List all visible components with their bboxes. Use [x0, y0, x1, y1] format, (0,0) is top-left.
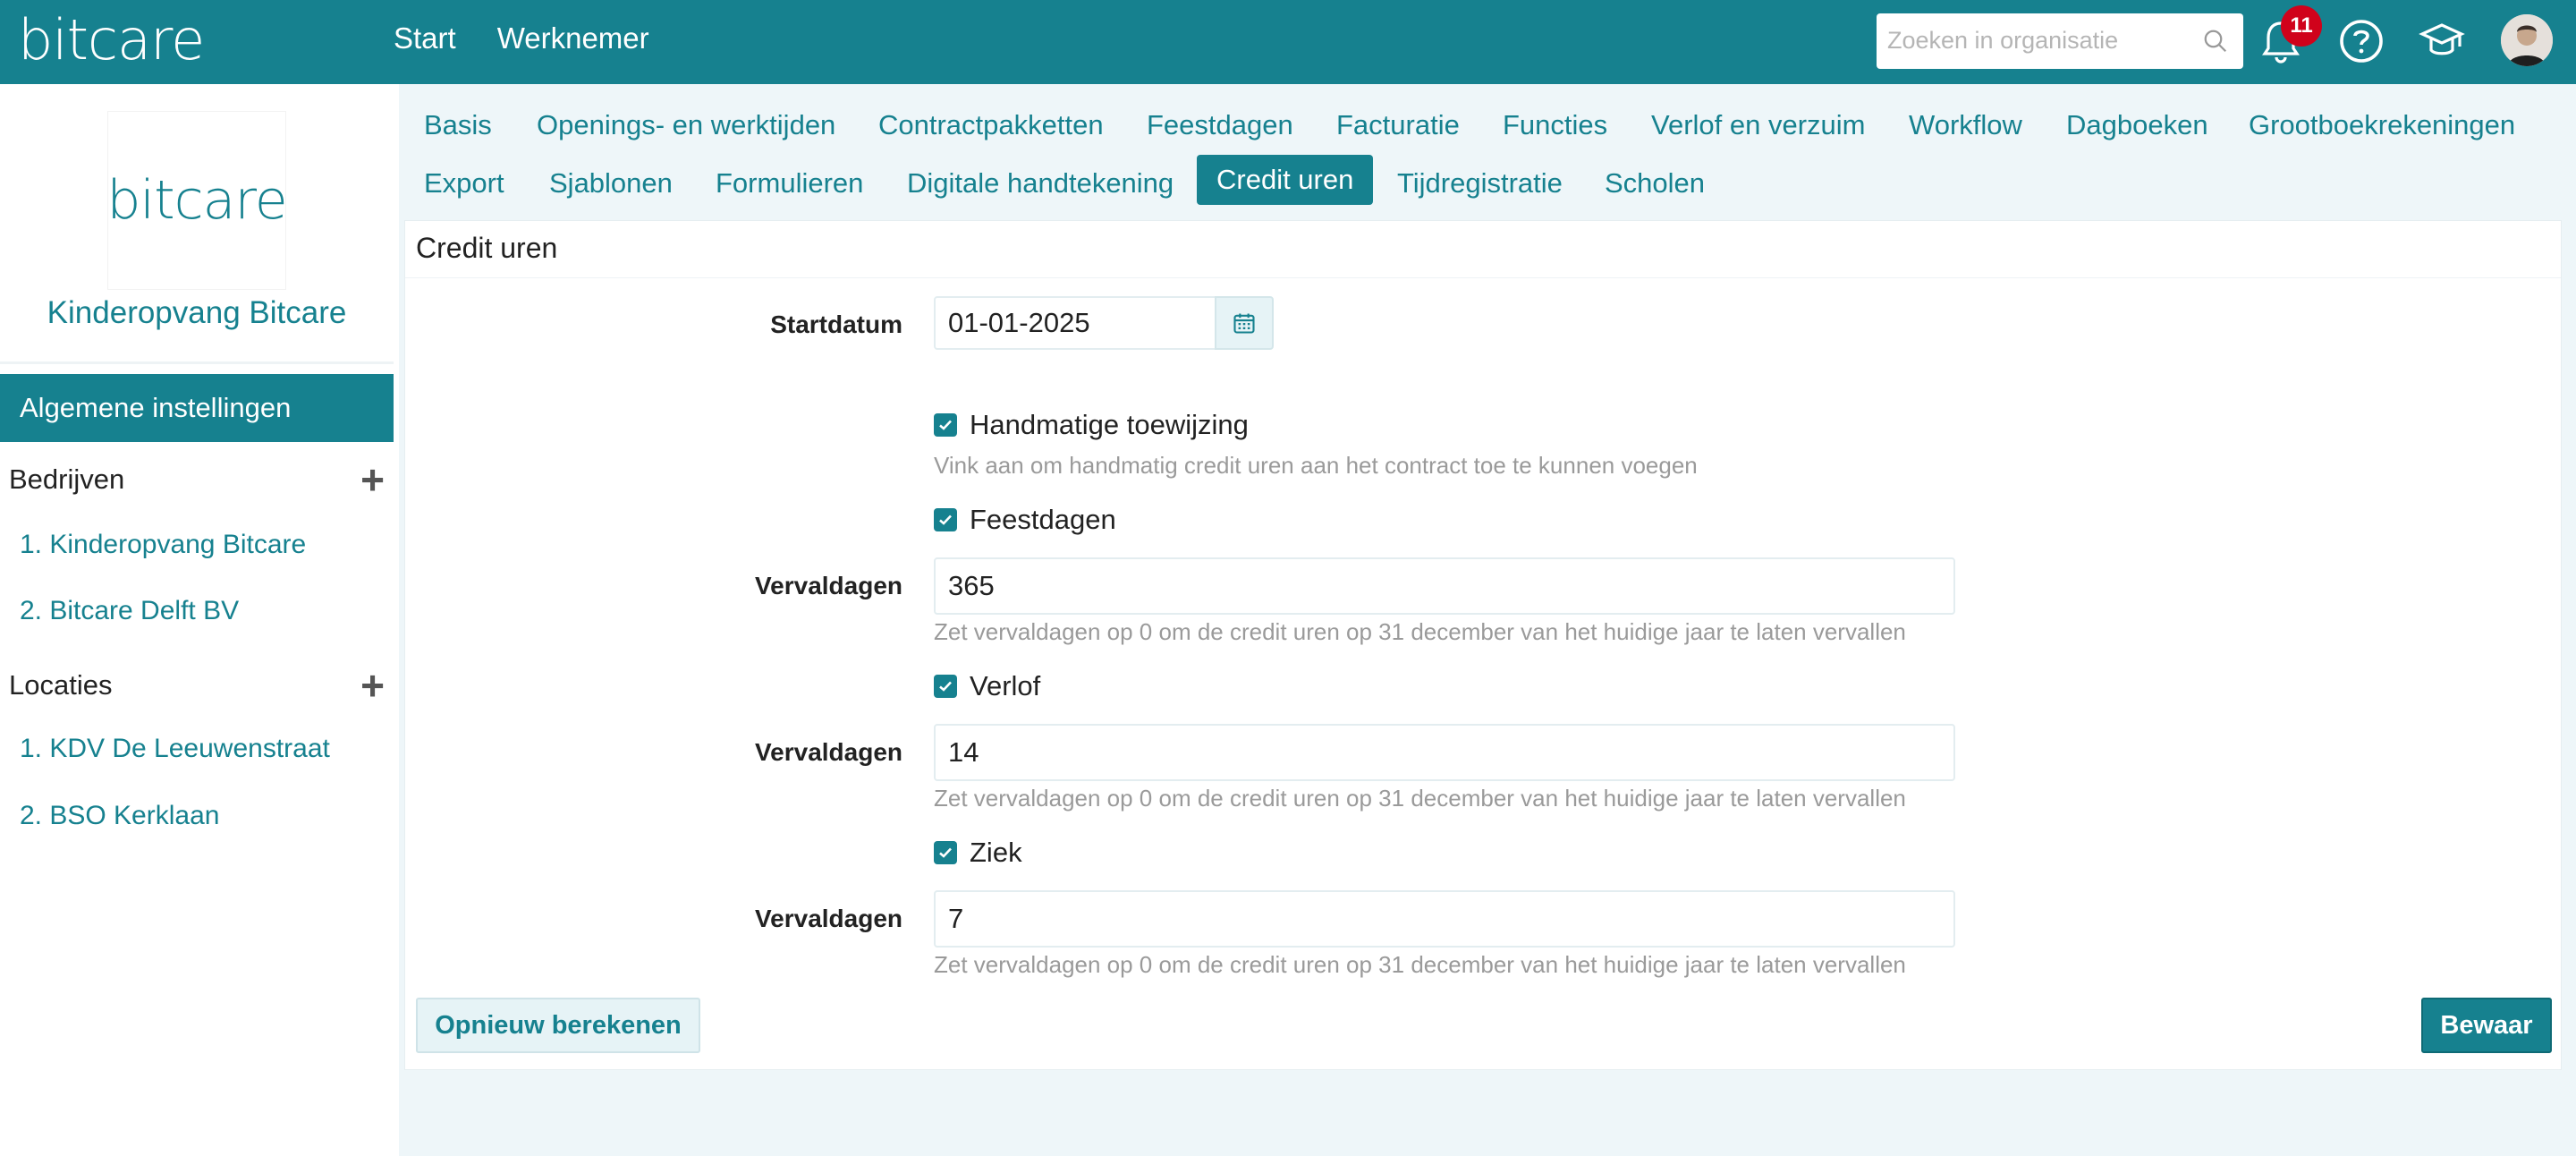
verlof-checkbox-row: Verlof [934, 670, 1040, 702]
ziek-vervaldagen-label: Vervaldagen [755, 905, 902, 932]
search-box [1877, 13, 2243, 69]
feestdagen-vervaldagen-input[interactable]: 365 [934, 557, 1955, 615]
handmatige-toewijzing-label: Handmatige toewijzing [970, 409, 1249, 440]
check-icon [939, 420, 952, 430]
sidebar-location-2[interactable]: 2. BSO Kerklaan [20, 801, 219, 831]
graduation-cap-icon[interactable] [2415, 14, 2469, 68]
add-company-plus-icon[interactable]: + [360, 459, 385, 500]
tab-functies[interactable]: Functies [1503, 109, 1607, 141]
calendar-icon [1233, 313, 1255, 334]
help-icon[interactable] [2334, 14, 2388, 68]
feestdagen-checkbox-row: Feestdagen [934, 504, 1116, 536]
top-nav: Start Werknemer [394, 21, 649, 55]
nav-start[interactable]: Start [394, 21, 456, 55]
org-logo: bitcare [106, 111, 288, 290]
startdatum-input[interactable]: 01-01-2025 [934, 296, 1216, 350]
verlof-vervaldagen-input[interactable]: 14 [934, 724, 1955, 781]
ziek-checkbox-row: Ziek [934, 837, 1022, 869]
sidebar-company-1[interactable]: 1. Kinderopvang Bitcare [20, 530, 306, 560]
notification-badge: 11 [2281, 5, 2322, 47]
sidebar-item-algemene-instellingen[interactable]: Algemene instellingen [0, 374, 394, 442]
verlof-checkbox[interactable] [934, 675, 957, 698]
tab-formulieren[interactable]: Formulieren [716, 167, 863, 200]
verlof-vervaldagen-label: Vervaldagen [755, 738, 902, 766]
card-title: Credit uren [405, 221, 2561, 278]
nav-werknemer[interactable]: Werknemer [497, 21, 649, 55]
check-icon [939, 681, 952, 692]
search-input[interactable] [1877, 13, 2181, 67]
sidebar-divider [0, 361, 394, 364]
sidebar-company-2[interactable]: 2. Bitcare Delft BV [20, 596, 239, 626]
org-name[interactable]: Kinderopvang Bitcare [0, 295, 394, 331]
tab-digitale-handtekening[interactable]: Digitale handtekening [907, 167, 1174, 200]
feestdagen-label: Feestdagen [970, 504, 1116, 535]
feestdagen-vervaldagen-help: Zet vervaldagen op 0 om de credit uren o… [934, 618, 1906, 645]
feestdagen-vervaldagen-label: Vervaldagen [755, 572, 902, 599]
verlof-label: Verlof [970, 670, 1041, 701]
sidebar-location-1[interactable]: 1. KDV De Leeuwenstraat [20, 734, 330, 764]
tab-scholen[interactable]: Scholen [1605, 167, 1705, 200]
locations-header: Locaties + [9, 665, 385, 706]
ziek-checkbox[interactable] [934, 841, 957, 864]
companies-title: Bedrijven [9, 463, 125, 495]
ziek-vervaldagen-help: Zet vervaldagen op 0 om de credit uren o… [934, 951, 1906, 978]
tab-tijdregistratie[interactable]: Tijdregistratie [1397, 167, 1563, 200]
tab-openings-werktijden[interactable]: Openings- en werktijden [537, 109, 835, 141]
feestdagen-checkbox[interactable] [934, 508, 957, 531]
handmatige-toewijzing-help: Vink aan om handmatig credit uren aan he… [934, 452, 1698, 479]
add-location-plus-icon[interactable]: + [360, 665, 385, 706]
tab-grootboekrekeningen[interactable]: Grootboekrekeningen [2249, 109, 2515, 141]
ziek-vervaldagen-input[interactable]: 7 [934, 890, 1955, 948]
locations-title: Locaties [9, 669, 113, 701]
user-avatar[interactable] [2501, 14, 2553, 66]
tab-feestdagen[interactable]: Feestdagen [1147, 109, 1293, 141]
tab-verlof-verzuim[interactable]: Verlof en verzuim [1651, 109, 1866, 141]
top-bar: bitcare Start Werknemer 11 [0, 0, 2576, 84]
calendar-button[interactable] [1215, 296, 1274, 350]
tab-facturatie[interactable]: Facturatie [1336, 109, 1460, 141]
verlof-vervaldagen-help: Zet vervaldagen op 0 om de credit uren o… [934, 785, 1906, 812]
startdatum-label: Startdatum [770, 310, 902, 338]
save-button[interactable]: Bewaar [2421, 998, 2552, 1053]
recalculate-button[interactable]: Opnieuw berekenen [416, 998, 700, 1053]
tab-contractpakketten[interactable]: Contractpakketten [878, 109, 1104, 141]
tab-basis[interactable]: Basis [424, 109, 492, 141]
tab-export[interactable]: Export [424, 167, 504, 200]
handmatige-toewijzing-checkbox-row: Handmatige toewijzing [934, 409, 1249, 441]
companies-header: Bedrijven + [9, 459, 385, 500]
tab-workflow[interactable]: Workflow [1909, 109, 2022, 141]
tab-credit-uren[interactable]: Credit uren [1197, 155, 1374, 205]
tab-sjablonen[interactable]: Sjablonen [549, 167, 673, 200]
check-icon [939, 847, 952, 858]
sidebar: bitcare Kinderopvang Bitcare Algemene in… [0, 84, 399, 1156]
search-icon[interactable] [2202, 28, 2229, 55]
app-logo[interactable]: bitcare [18, 7, 205, 72]
tab-dagboeken[interactable]: Dagboeken [2066, 109, 2208, 141]
handmatige-toewijzing-checkbox[interactable] [934, 413, 957, 437]
credit-uren-card: Credit uren Startdatum 01-01-2025 Handma… [404, 220, 2562, 1070]
check-icon [939, 514, 952, 525]
ziek-label: Ziek [970, 837, 1022, 868]
